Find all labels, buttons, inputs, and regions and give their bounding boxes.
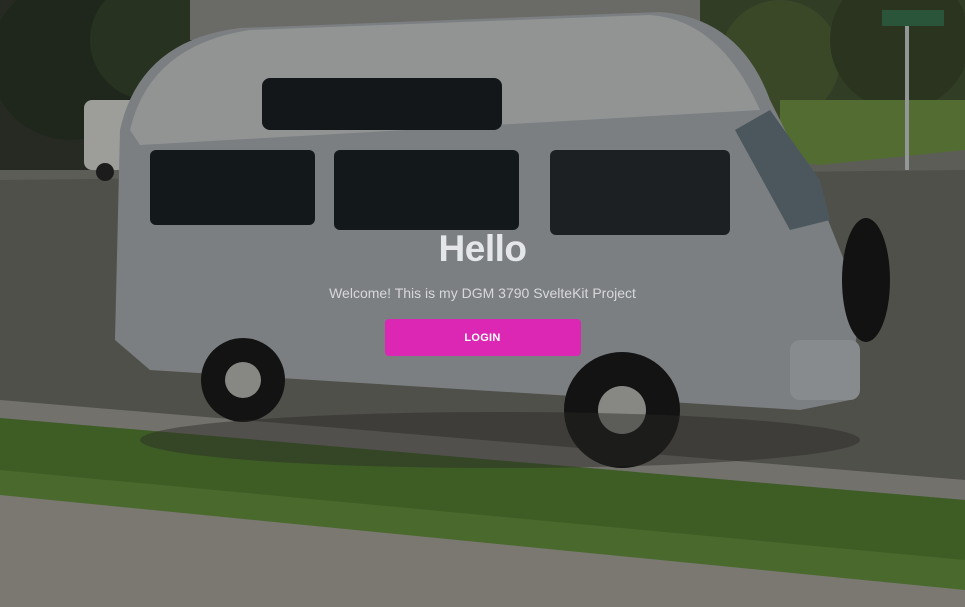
welcome-text: Welcome! This is my DGM 3790 SvelteKit P… — [329, 285, 636, 301]
hero-section: Hello Welcome! This is my DGM 3790 Svelt… — [0, 0, 965, 607]
page-title: Hello — [438, 228, 527, 269]
hero-content: Hello Welcome! This is my DGM 3790 Svelt… — [0, 226, 965, 356]
login-button[interactable]: LOGIN — [384, 319, 581, 356]
